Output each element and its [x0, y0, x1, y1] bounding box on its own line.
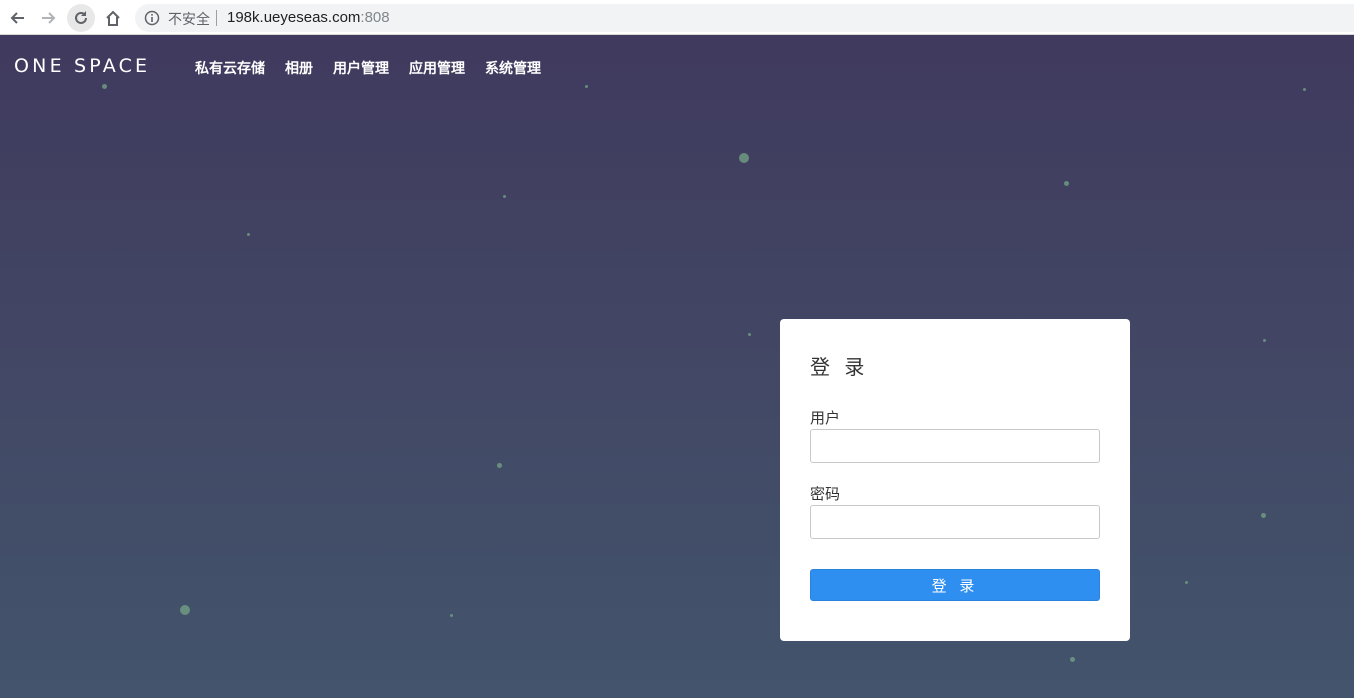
star-dot	[497, 463, 502, 468]
star-dot	[1303, 88, 1306, 91]
nav-item-user-management[interactable]: 用户管理	[333, 58, 389, 78]
browser-toolbar: 不安全 198k.ueyeseas.com:808	[0, 0, 1354, 35]
back-icon[interactable]	[6, 7, 28, 29]
url-text[interactable]: 198k.ueyeseas.com:808	[227, 9, 390, 26]
username-input[interactable]	[810, 429, 1100, 463]
star-dot	[1064, 181, 1069, 186]
nav-item-system-management[interactable]: 系统管理	[485, 58, 541, 78]
divider	[216, 10, 217, 26]
logo[interactable]: ONE SPACE	[14, 55, 150, 77]
star-dot	[1185, 581, 1188, 584]
star-dot	[180, 605, 190, 615]
nav-item-app-management[interactable]: 应用管理	[409, 58, 465, 78]
reload-icon	[75, 11, 87, 24]
star-dot	[585, 85, 588, 88]
home-icon[interactable]	[102, 7, 124, 29]
nav-item-private-cloud[interactable]: 私有云存储	[195, 58, 265, 78]
star-dot	[102, 84, 107, 89]
star-dot	[1261, 513, 1266, 518]
info-icon[interactable]	[144, 10, 160, 26]
nav-item-album[interactable]: 相册	[285, 58, 313, 78]
url-host: 198k.ueyeseas.com	[227, 9, 361, 26]
star-dot	[748, 333, 751, 336]
top-nav: 私有云存储 相册 用户管理 应用管理 系统管理	[195, 58, 541, 78]
username-label: 用户	[810, 409, 841, 427]
star-dot	[1263, 339, 1266, 342]
forward-icon[interactable]	[38, 7, 60, 29]
star-dot	[247, 233, 250, 236]
star-dot	[1070, 657, 1075, 662]
star-dot	[450, 614, 453, 617]
address-bar[interactable]: 不安全 198k.ueyeseas.com:808	[135, 4, 1354, 32]
page-background: ONE SPACE 私有云存储 相册 用户管理 应用管理 系统管理 登 录 用户…	[0, 36, 1354, 698]
star-dot	[503, 195, 506, 198]
password-input[interactable]	[810, 505, 1100, 539]
login-button[interactable]: 登 录	[810, 569, 1100, 601]
security-label: 不安全	[168, 11, 210, 27]
password-label: 密码	[810, 485, 841, 503]
reload-button[interactable]	[67, 4, 95, 32]
login-title: 登 录	[810, 355, 869, 379]
star-dot	[739, 153, 749, 163]
url-port: :808	[360, 9, 390, 26]
login-card: 登 录 用户 密码 登 录	[780, 319, 1130, 641]
